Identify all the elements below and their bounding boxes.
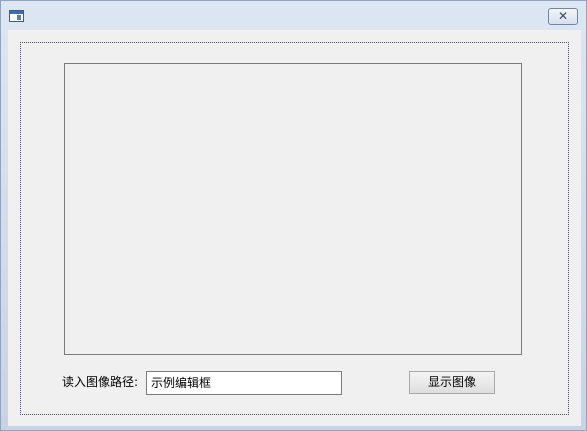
- show-image-button[interactable]: 显示图像: [409, 371, 495, 394]
- app-window: ✕ 读入图像路径: 示例编辑框 显示图像: [0, 0, 587, 431]
- client-area: 读入图像路径: 示例编辑框 显示图像: [8, 30, 581, 426]
- path-input[interactable]: 示例编辑框: [146, 371, 342, 395]
- title-bar[interactable]: ✕: [1, 1, 586, 29]
- path-label: 读入图像路径:: [62, 375, 139, 389]
- image-display-box: [64, 63, 522, 355]
- app-icon: [9, 10, 24, 22]
- close-icon: ✕: [557, 9, 569, 23]
- close-button[interactable]: ✕: [548, 8, 578, 25]
